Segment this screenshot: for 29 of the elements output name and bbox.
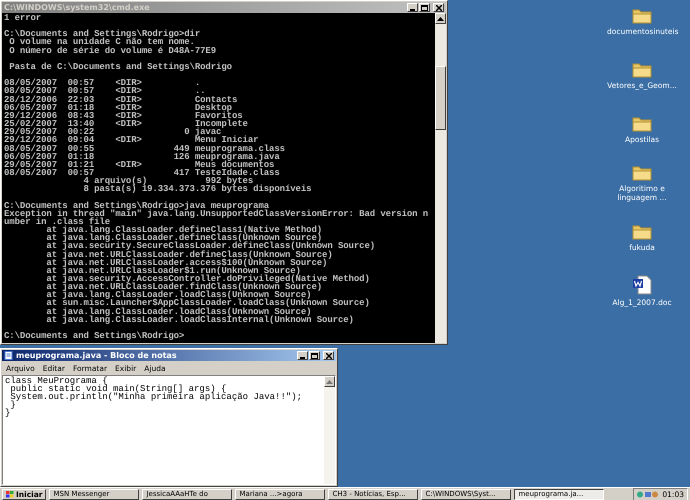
scrollbar[interactable] bbox=[324, 376, 335, 484]
window-title: C:\WINDOWS\system32\cmd.exe bbox=[4, 2, 151, 12]
scroll-up-icon bbox=[326, 380, 333, 384]
folder-icon[interactable] bbox=[632, 222, 652, 240]
text-editor[interactable]: class MeuPrograma { public static void main(String[] args) { System.out.println("Minha primeira aplicação Java!!"); } } bbox=[2, 375, 336, 485]
maximize-icon bbox=[311, 352, 318, 358]
notepad-icon bbox=[4, 351, 13, 360]
scroll-thumb[interactable] bbox=[435, 66, 446, 130]
close-button[interactable] bbox=[433, 3, 444, 12]
minimize-button[interactable] bbox=[407, 3, 418, 12]
maximize-button[interactable] bbox=[419, 3, 430, 12]
console-output: 1 error C:\Documents and Settings\Rodrigo>dir O volume na unidade C não tem nome. O número de série do volume é D48A-77E9 Pasta de C:\Documents and Settings\Rodrigo 08/05/2007 00:57 <DIR> . 08/05/2007 00:57 <DIR> .. 28/12/2006 22:03 <DIR> Contacts 06/05/2007 01:18 <DIR> Desktop 29/12/2006 08:43 <DIR> Favoritos 25/02/2007 13:40 <DIR> Incomplete 29/05/2007 00:22 0 javac 29/12/2006 09:04 <DIR> Menu Iniciar 08/05/2007 00:55 449 meuprograma.class 06/05/2007 01:18 126 meuprograma.java 29/05/2007 01:21 <DIR> Meus documentos 08/05/2007 00:57 417 TesteIdade.class 4 arquivo(s) 992 bytes 8 pasta(s) 19.334.373.376 bytes disponíveis C:\Documents and Settings\Rodrigo>java meuprograma Exception in thread "main" java.lang.UnsupportedClassVersionError: Bad version n umber in .class file at java.lang.ClassLoader.defineClass1(Native Method) at java.lang.ClassLoader.defineClass(Unknown Source) at java.security.SecureClassLoader.defineClass(Unknown Source) at java.net.URLClassLoader.defineClass(Unknown Source) at java.net.URLClassLoader.access$100(Unknown Source) at java.net.URLClassLoader$1.run(Unknown Source) at java.security.AccessController.doPrivileged(Native Method) at java.net.URLClassLoader.findClass(Unknown Source) at java.lang.ClassLoader.loadClass(Unknown Source) at sun.misc.Launcher$AppClassLoader.loadClass(Unknown Source) at java.lang.ClassLoader.loadClass(Unknown Source) at java.lang.ClassLoader.loadClassInternal(Unknown Source) C:\Documents and Settings\Rodrigo> bbox=[3, 13, 430, 343]
folder-icon[interactable] bbox=[632, 6, 652, 24]
close-icon bbox=[326, 352, 332, 358]
tray-icons bbox=[637, 490, 660, 498]
window-title: meuprograma.java - Bloco de notas bbox=[16, 350, 178, 360]
folder-icon[interactable] bbox=[632, 114, 652, 132]
windows-logo-icon bbox=[6, 490, 14, 498]
close-button[interactable] bbox=[323, 351, 334, 360]
close-icon bbox=[436, 4, 442, 10]
code-text: class MeuPrograma { public static void main(String[] args) { System.out.println("Minha primeira aplicação Java!!"); } } bbox=[4, 376, 304, 420]
minimize-button[interactable] bbox=[297, 351, 308, 360]
scrollbar[interactable] bbox=[435, 13, 446, 343]
word-document-icon[interactable] bbox=[632, 275, 652, 295]
folder-icon[interactable] bbox=[632, 60, 652, 78]
maximize-button[interactable] bbox=[309, 351, 320, 360]
scroll-up-icon bbox=[437, 16, 444, 20]
maximize-icon bbox=[421, 4, 428, 10]
folder-icon[interactable] bbox=[632, 164, 652, 181]
